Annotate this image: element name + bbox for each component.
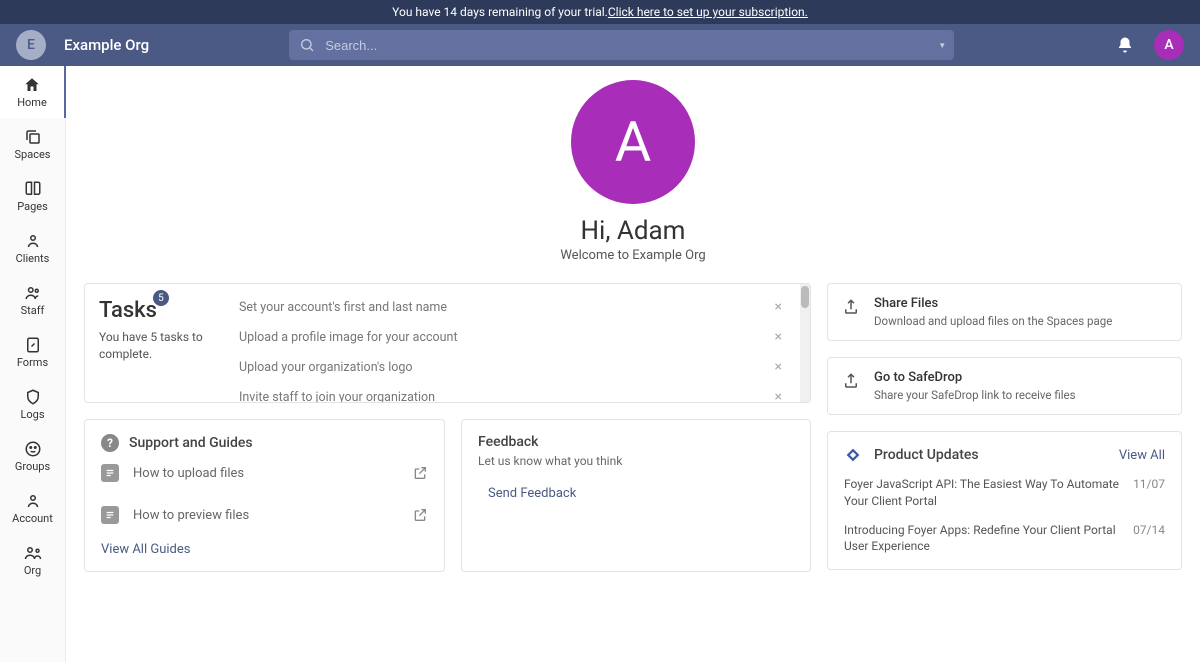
trial-banner: You have 14 days remaining of your trial… <box>0 0 1200 24</box>
home-icon <box>23 76 41 94</box>
action-subtitle: Download and upload files on the Spaces … <box>874 314 1112 328</box>
sidebar-item-label: Org <box>24 564 41 577</box>
updates-title: Product Updates <box>874 447 979 463</box>
share-files-card[interactable]: Share Files Download and upload files on… <box>827 283 1182 341</box>
greeting: Hi, Adam <box>84 216 1182 246</box>
groups-icon <box>24 440 42 458</box>
action-subtitle: Share your SafeDrop link to receive file… <box>874 388 1076 402</box>
support-card: ? Support and Guides How to upload files… <box>84 419 445 572</box>
sidebar-item-pages[interactable]: Pages <box>0 170 65 222</box>
upload-icon <box>842 372 860 390</box>
sidebar-item-label: Home <box>17 96 47 109</box>
close-icon[interactable]: × <box>775 299 782 315</box>
sidebar-item-clients[interactable]: Clients <box>0 222 65 274</box>
trial-link[interactable]: Click here to set up your subscription. <box>608 5 808 19</box>
sidebar-item-label: Clients <box>16 252 50 265</box>
welcome-text: Welcome to Example Org <box>84 248 1182 263</box>
update-date: 07/14 <box>1133 522 1165 556</box>
sidebar-item-groups[interactable]: Groups <box>0 430 65 482</box>
person-icon <box>24 232 42 250</box>
org-icon <box>24 544 42 562</box>
task-item[interactable]: Upload a profile image for your account× <box>235 322 800 352</box>
support-title: Support and Guides <box>129 435 253 451</box>
guide-item[interactable]: How to preview files <box>101 494 428 536</box>
sidebar-item-staff[interactable]: Staff <box>0 274 65 326</box>
open-external-icon[interactable] <box>412 465 428 481</box>
guide-label: How to upload files <box>133 466 244 481</box>
user-avatar[interactable]: A <box>1154 30 1184 60</box>
book-icon <box>24 180 42 198</box>
tasks-card: Tasks 5 You have 5 tasks to complete. Se… <box>84 283 811 403</box>
help-icon: ? <box>101 434 119 452</box>
header: E Example Org ▼ A <box>0 24 1200 66</box>
sidebar-item-label: Staff <box>21 304 45 317</box>
feedback-subtitle: Let us know what you think <box>478 454 794 468</box>
sidebar-item-forms[interactable]: Forms <box>0 326 65 378</box>
bell-icon[interactable] <box>1116 36 1134 54</box>
sidebar-item-label: Pages <box>17 200 48 213</box>
send-feedback-button[interactable]: Send Feedback <box>488 486 794 501</box>
update-title: Foyer JavaScript API: The Easiest Way To… <box>844 476 1121 510</box>
task-item[interactable]: Set your account's first and last name× <box>235 292 800 322</box>
action-title: Go to SafeDrop <box>874 370 1076 385</box>
sidebar-item-org[interactable]: Org <box>0 534 65 586</box>
task-item[interactable]: Invite staff to join your organization× <box>235 382 800 402</box>
shield-icon <box>24 388 42 406</box>
search-input[interactable] <box>325 38 944 53</box>
view-all-guides-link[interactable]: View All Guides <box>101 542 428 557</box>
guide-label: How to preview files <box>133 508 249 523</box>
tasks-list: Set your account's first and last name× … <box>235 284 800 402</box>
update-date: 11/07 <box>1133 476 1165 510</box>
search-icon <box>299 37 315 53</box>
share-icon <box>842 298 860 316</box>
tasks-scrollbar[interactable] <box>800 284 810 402</box>
sidebar-item-label: Logs <box>20 408 44 421</box>
document-icon <box>101 506 119 524</box>
sidebar-item-home[interactable]: Home <box>0 66 66 118</box>
tasks-subtitle: You have 5 tasks to complete. <box>99 329 223 363</box>
sidebar-item-label: Groups <box>15 460 50 473</box>
task-item[interactable]: Upload your organization's logo× <box>235 352 800 382</box>
main-content: A Hi, Adam Welcome to Example Org Tasks … <box>66 66 1200 662</box>
sidebar-item-logs[interactable]: Logs <box>0 378 65 430</box>
feedback-title: Feedback <box>478 434 794 450</box>
guide-item[interactable]: How to upload files <box>101 452 428 494</box>
hero-avatar: A <box>571 80 695 204</box>
sidebar-item-account[interactable]: Account <box>0 482 65 534</box>
safedrop-card[interactable]: Go to SafeDrop Share your SafeDrop link … <box>827 357 1182 415</box>
tasks-title: Tasks <box>99 298 157 323</box>
sidebar-item-label: Forms <box>17 356 48 369</box>
trial-text: You have 14 days remaining of your trial… <box>392 5 608 19</box>
sidebar: Home Spaces Pages Clients Staff Forms Lo… <box>0 66 66 662</box>
form-icon <box>24 336 42 354</box>
document-icon <box>101 464 119 482</box>
feedback-card: Feedback Let us know what you think Send… <box>461 419 811 572</box>
view-all-updates-link[interactable]: View All <box>1119 448 1165 463</box>
account-icon <box>24 492 42 510</box>
chevron-down-icon[interactable]: ▼ <box>938 41 946 50</box>
tasks-badge: 5 <box>153 290 169 306</box>
scrollbar-thumb[interactable] <box>801 286 809 308</box>
update-title: Introducing Foyer Apps: Redefine Your Cl… <box>844 522 1121 556</box>
sidebar-item-label: Spaces <box>15 148 51 161</box>
action-title: Share Files <box>874 296 1112 311</box>
updates-card: Product Updates View All Foyer JavaScrip… <box>827 431 1182 570</box>
sidebar-item-spaces[interactable]: Spaces <box>0 118 65 170</box>
search-input-wrap[interactable]: ▼ <box>289 30 954 60</box>
update-item[interactable]: Foyer JavaScript API: The Easiest Way To… <box>844 464 1165 510</box>
diamond-icon <box>844 446 862 464</box>
sidebar-item-label: Account <box>12 512 53 525</box>
close-icon[interactable]: × <box>775 389 782 402</box>
group-icon <box>24 284 42 302</box>
open-external-icon[interactable] <box>412 507 428 523</box>
org-avatar[interactable]: E <box>16 30 46 60</box>
hero: A Hi, Adam Welcome to Example Org <box>84 78 1182 263</box>
close-icon[interactable]: × <box>775 329 782 345</box>
close-icon[interactable]: × <box>775 359 782 375</box>
copy-icon <box>24 128 42 146</box>
update-item[interactable]: Introducing Foyer Apps: Redefine Your Cl… <box>844 510 1165 556</box>
org-name[interactable]: Example Org <box>64 36 149 54</box>
